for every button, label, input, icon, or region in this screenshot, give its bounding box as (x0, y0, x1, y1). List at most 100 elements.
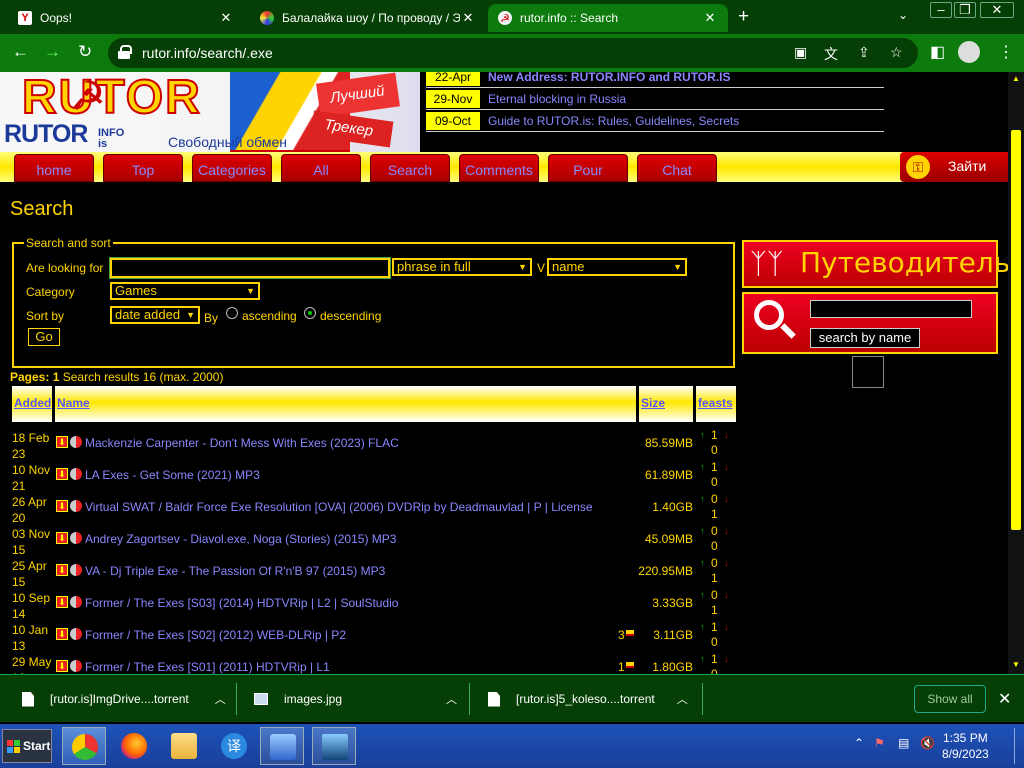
column-feasts[interactable]: feasts (698, 396, 733, 410)
menu-comments[interactable]: Comments (459, 154, 539, 182)
tab-oops[interactable]: Y Oops! ✕ (8, 4, 244, 32)
share-icon[interactable]: ⇪ (858, 44, 870, 61)
row-title-link[interactable]: Former / The Exes [S02] (2012) WEB-DLRip… (85, 628, 346, 642)
news-link[interactable]: Eternal blocking in Russia (488, 92, 626, 106)
window-close-icon[interactable]: ✕ (980, 2, 1014, 18)
site-logo[interactable]: RUTOR ☭ Лучший Трекер RUTOR INFO is Своб… (0, 72, 420, 152)
descending-label[interactable]: descending (320, 309, 381, 323)
magnet-icon[interactable] (70, 436, 82, 448)
download-icon[interactable]: ⬇ (56, 596, 68, 608)
magnet-icon[interactable] (70, 596, 82, 608)
address-bar[interactable]: rutor.info/search/.exe ▣ 文 ⇪ ☆ (108, 38, 918, 68)
login-button[interactable]: ⚿ Зайти (900, 152, 1008, 182)
close-icon[interactable]: ✕ (702, 10, 718, 26)
column-added[interactable]: Added (14, 396, 51, 410)
menu-pour[interactable]: Pour (548, 154, 628, 182)
magnet-icon[interactable] (70, 660, 82, 672)
close-icon[interactable]: ✕ (998, 689, 1011, 709)
search-input[interactable] (110, 258, 390, 278)
tab-balalaika[interactable]: Балалайка шоу / По проводу / Эт ✕ (250, 4, 486, 32)
reload-icon[interactable]: ↻ (78, 42, 92, 62)
taskbar-computer[interactable] (312, 727, 356, 765)
new-tab-icon[interactable]: + (738, 6, 749, 28)
forward-icon[interactable]: → (44, 42, 61, 62)
page-scrollbar[interactable]: ▲ ▼ (1008, 72, 1024, 674)
scroll-up-icon[interactable]: ▲ (1012, 74, 1020, 83)
category-select[interactable]: Games ▼ (110, 282, 260, 300)
minimize-icon[interactable]: – (930, 2, 952, 18)
download-item[interactable]: images.jpg ︿ (254, 675, 457, 723)
ascending-label[interactable]: ascending (242, 309, 297, 323)
menu-search[interactable]: Search (370, 154, 450, 182)
menu-home[interactable]: home (14, 154, 94, 182)
download-icon[interactable]: ⬇ (56, 628, 68, 640)
translate-icon[interactable]: 文 (824, 44, 838, 64)
taskbar-firefox[interactable] (112, 727, 156, 765)
phrase-mode-select[interactable]: phrase in full ▼ (392, 258, 532, 276)
download-icon[interactable]: ⬇ (56, 564, 68, 576)
close-icon[interactable]: ✕ (218, 10, 234, 26)
row-title-link[interactable]: Former / The Exes [S01] (2011) HDTVRip |… (85, 660, 330, 674)
menu-chat[interactable]: Chat (637, 154, 717, 182)
name-search-input[interactable] (810, 300, 972, 318)
back-icon[interactable]: ← (12, 42, 29, 62)
row-title-link[interactable]: Mackenzie Carpenter - Don't Mess With Ex… (85, 436, 399, 450)
magnet-icon[interactable] (70, 468, 82, 480)
menu-top[interactable]: Top (103, 154, 183, 182)
field-select[interactable]: name ▼ (547, 258, 687, 276)
taskbar-clock[interactable]: 1:35 PM 8/9/2023 (942, 730, 989, 762)
popup-blocked-icon[interactable]: ▣ (794, 44, 807, 61)
magnet-icon[interactable] (70, 564, 82, 576)
start-button[interactable]: Start (2, 729, 52, 763)
row-title-link[interactable]: Andrey Zagortsev - Diavol.exe, Noga (Sto… (85, 532, 396, 546)
menu-all[interactable]: All (281, 154, 361, 182)
column-size[interactable]: Size (641, 396, 665, 410)
guide-banner[interactable]: ᛉᛉ Путеводитель (742, 240, 1008, 288)
magnet-icon[interactable] (70, 500, 82, 512)
taskbar-chrome[interactable] (62, 727, 106, 765)
row-title-link[interactable]: Former / The Exes [S03] (2014) HDTVRip |… (85, 596, 398, 610)
row-title-link[interactable]: LA Exes - Get Some (2021) MP3 (85, 468, 260, 482)
page-number[interactable]: 1 (53, 370, 60, 384)
download-icon[interactable]: ⬇ (56, 660, 68, 672)
download-icon[interactable]: ⬇ (56, 500, 68, 512)
sort-select[interactable]: date added ▼ (110, 306, 200, 324)
news-link[interactable]: New Address: RUTOR.INFO and RUTOR.IS (488, 72, 730, 84)
download-icon[interactable]: ⬇ (56, 532, 68, 544)
download-item[interactable]: [rutor.is]ImgDrive....torrent ︿ (22, 675, 226, 723)
scroll-down-icon[interactable]: ▼ (1012, 660, 1020, 669)
address-url[interactable]: rutor.info/search/.exe (142, 45, 273, 61)
ascending-radio[interactable] (226, 307, 238, 319)
taskbar-explorer[interactable] (162, 727, 206, 765)
tab-rutor-search[interactable]: ☭ rutor.info :: Search ✕ (488, 4, 728, 32)
tab-search-icon[interactable]: ⌄ (898, 8, 908, 22)
column-name[interactable]: Name (57, 396, 90, 410)
chevron-up-icon[interactable]: ︿ (677, 691, 688, 707)
go-button[interactable]: Go (28, 328, 60, 346)
close-icon[interactable]: ✕ (460, 10, 476, 26)
sidebar-toggle-icon[interactable]: ◧ (930, 42, 945, 62)
news-link[interactable]: Guide to RUTOR.is: Rules, Guidelines, Se… (488, 114, 739, 128)
tray-network-icon[interactable]: ▤ (898, 736, 909, 750)
tray-volume-muted-icon[interactable]: 🔇 (920, 736, 935, 750)
show-all-button[interactable]: Show all (914, 685, 986, 713)
show-desktop-button[interactable] (1014, 728, 1022, 764)
taskbar-translator[interactable]: 译 (212, 727, 256, 765)
chevron-up-icon[interactable]: ︿ (215, 691, 226, 707)
menu-categories[interactable]: Categories (192, 154, 272, 182)
taskbar-control-panel[interactable] (260, 727, 304, 765)
tray-alert-icon[interactable]: ⚑ (874, 736, 885, 750)
download-item[interactable]: [rutor.is]5_koleso....torrent ︿ (488, 675, 688, 723)
row-comment-count[interactable]: 3 (618, 628, 625, 642)
chevron-up-icon[interactable]: ︿ (446, 691, 457, 707)
row-comment-count[interactable]: 1 (618, 660, 625, 674)
scrollbar-thumb[interactable] (1011, 130, 1021, 530)
download-icon[interactable]: ⬇ (56, 436, 68, 448)
tray-expand-icon[interactable]: ⌃ (854, 736, 864, 750)
magnet-icon[interactable] (70, 532, 82, 544)
magnet-icon[interactable] (70, 628, 82, 640)
restore-icon[interactable]: ❐ (954, 2, 976, 18)
search-by-name-button[interactable]: search by name (810, 328, 920, 348)
profile-avatar-icon[interactable] (958, 41, 980, 63)
descending-radio[interactable] (304, 307, 316, 319)
